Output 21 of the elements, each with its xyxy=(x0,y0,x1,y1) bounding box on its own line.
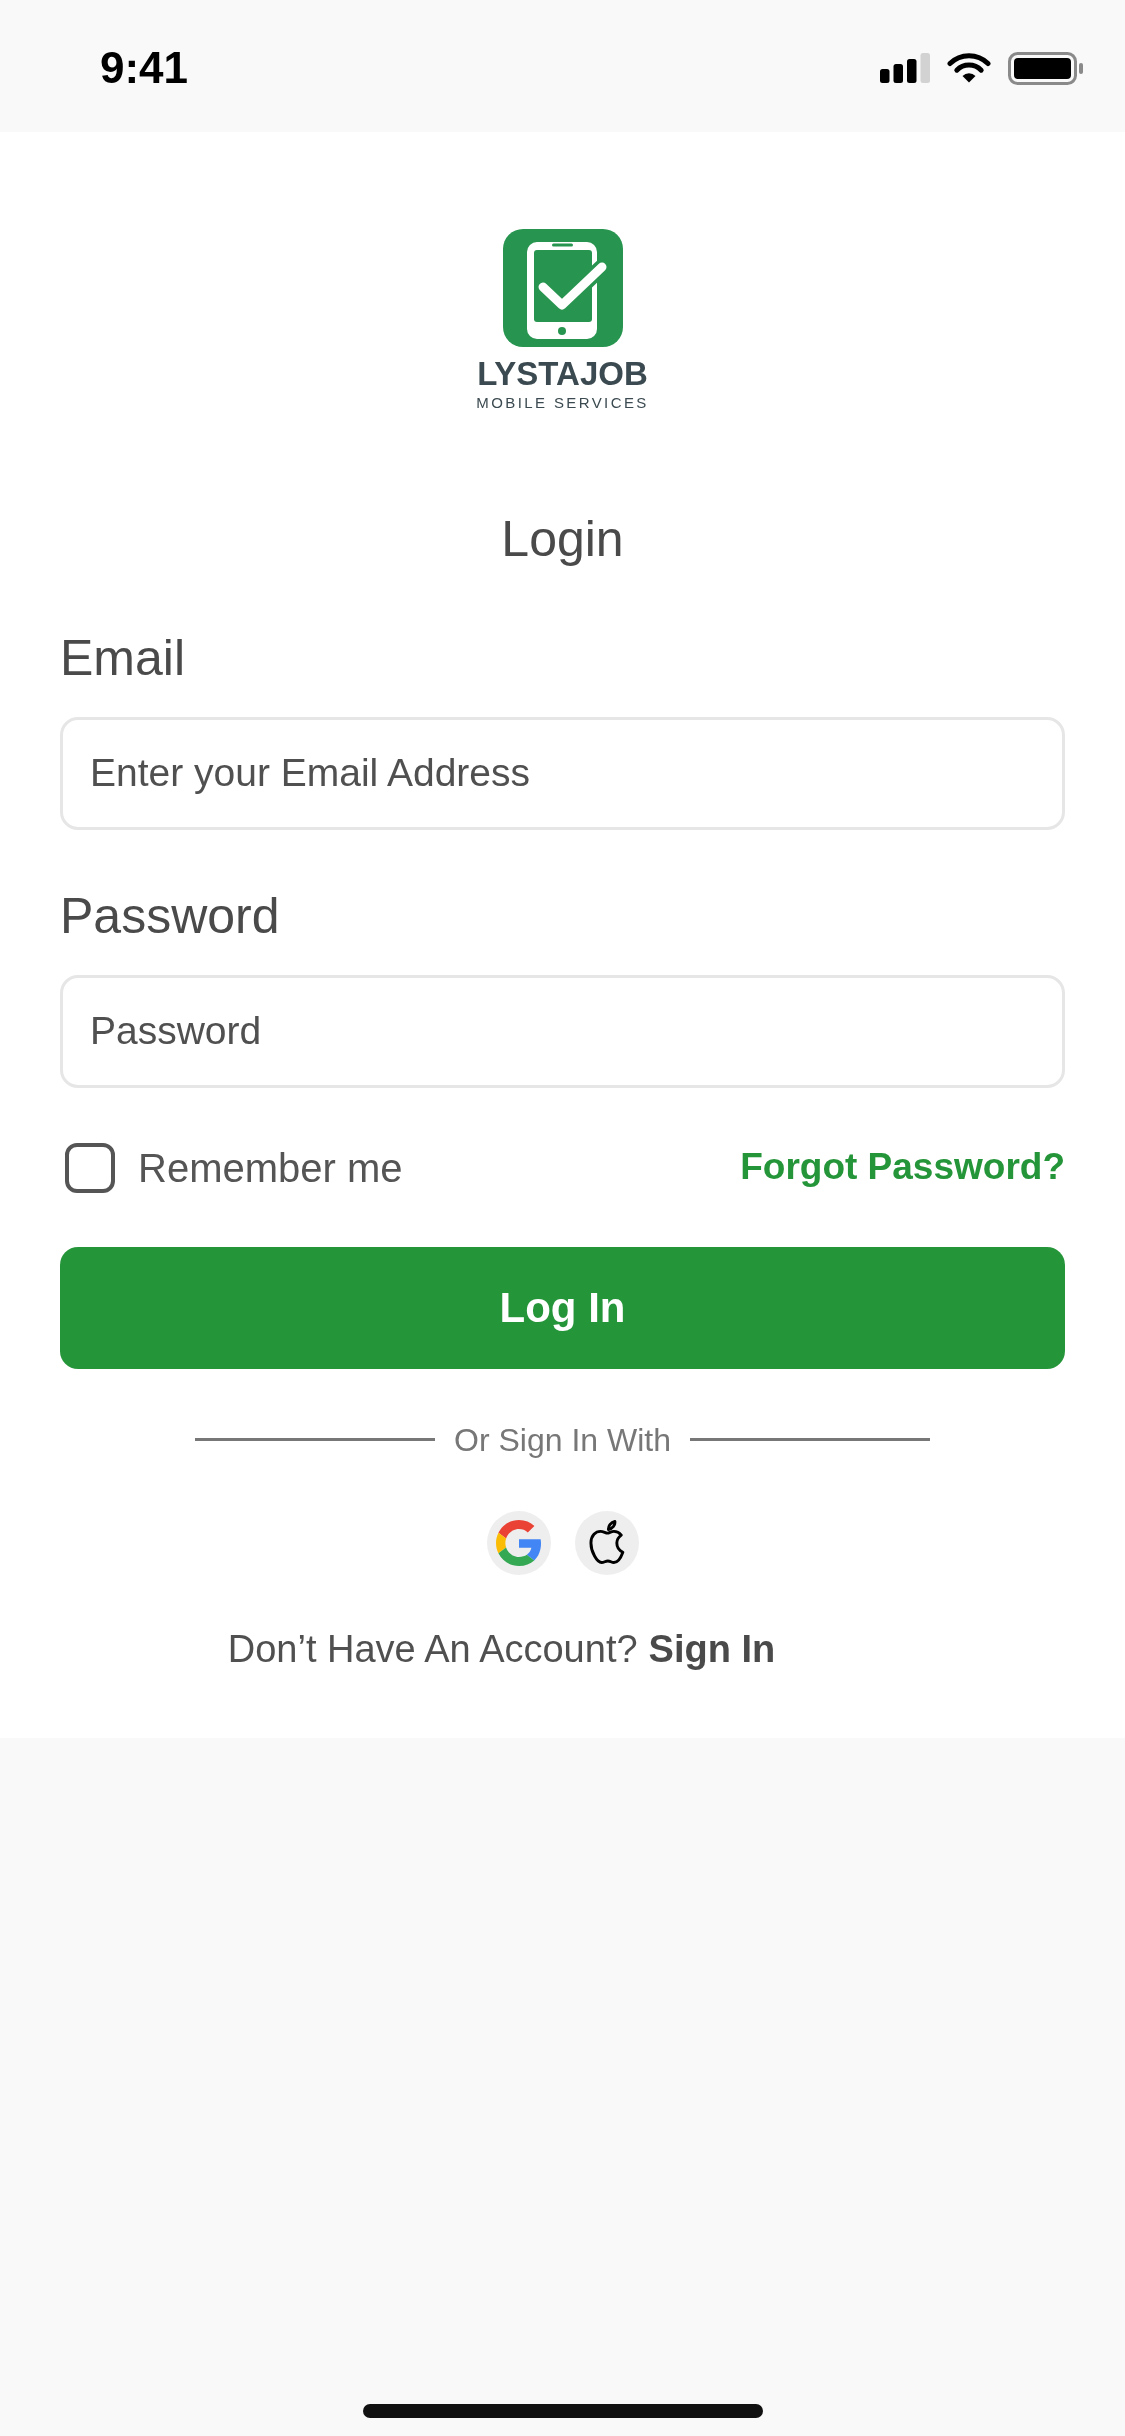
phone-check-icon xyxy=(502,229,623,347)
wifi-icon xyxy=(947,53,991,83)
field-label: Password xyxy=(60,886,280,946)
divider-label: Or Sign In With xyxy=(454,1420,671,1459)
signal-icon xyxy=(880,53,930,83)
login-title: Login xyxy=(501,509,624,569)
input-field[interactable]: Enter your Email Address xyxy=(60,716,1065,830)
brand-tagline: MOBILE SERVICES xyxy=(476,393,649,412)
sign-in-link[interactable]: Sign In xyxy=(648,1627,776,1673)
apple-icon xyxy=(588,1520,625,1566)
input-field[interactable]: Password xyxy=(60,974,1065,1088)
status-time: 9:41 xyxy=(100,41,189,94)
battery-icon xyxy=(1008,51,1083,85)
forgot-password-link[interactable]: Forgot Password? xyxy=(740,1145,1065,1190)
brand-name: LYSTAJOB xyxy=(477,354,648,394)
login-button[interactable]: Log In xyxy=(60,1246,1065,1369)
remember-me-label: Remember me xyxy=(138,1144,403,1192)
remember-checkbox[interactable] xyxy=(65,1142,115,1193)
g-logo-icon xyxy=(495,1520,542,1566)
account-prompt: Don’t Have An Account? xyxy=(227,1627,638,1672)
field-label: Email xyxy=(60,628,186,688)
